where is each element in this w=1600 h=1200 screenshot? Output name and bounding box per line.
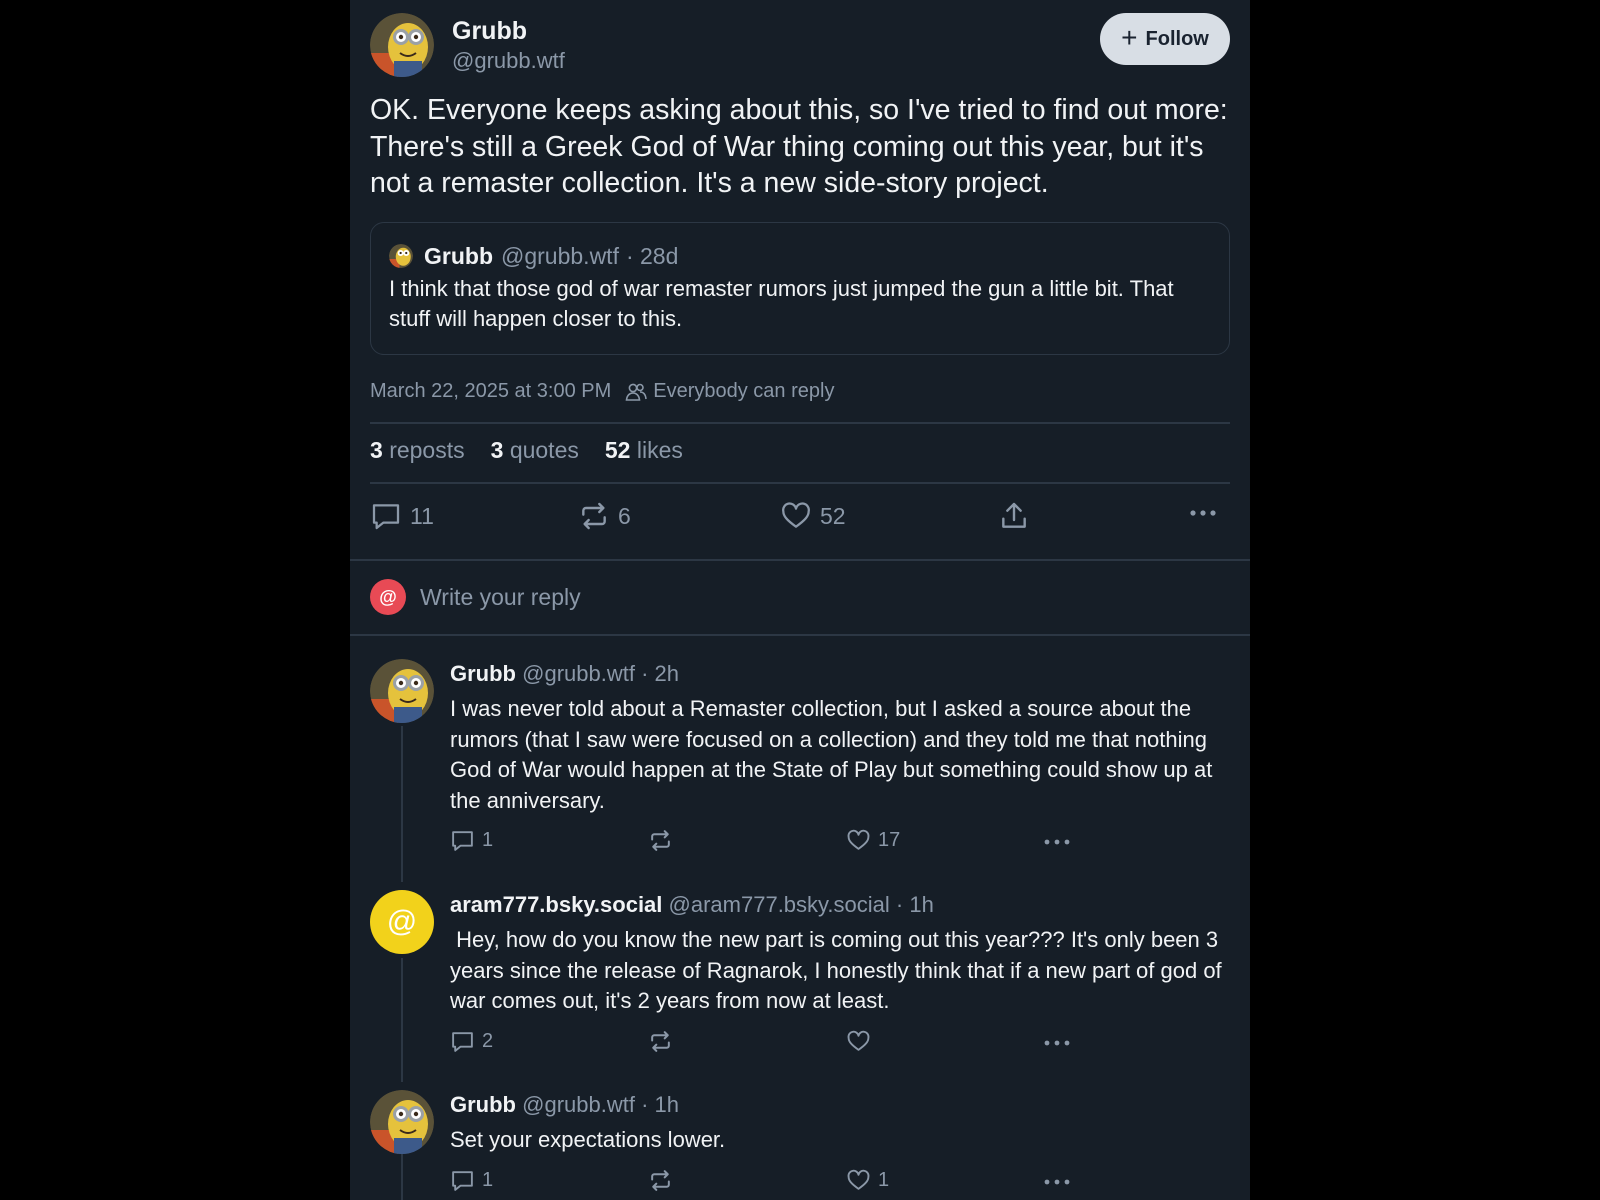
- reply-text: Set your expectations lower.: [450, 1127, 726, 1152]
- reply-age: · 1h: [641, 1092, 679, 1117]
- reply-setting: Everybody can reply: [625, 380, 834, 403]
- quoted-post-age: · 28d: [625, 243, 679, 269]
- like-button[interactable]: 17: [846, 828, 900, 853]
- more-icon: [1188, 498, 1218, 528]
- quoted-author-avatar: [389, 244, 413, 268]
- divider: [350, 634, 1250, 636]
- comment-icon: [450, 1168, 475, 1193]
- reply-text: Hey, how do you know the new part is com…: [450, 927, 1228, 1013]
- more-icon: [1042, 1029, 1072, 1057]
- quoted-author-name: Grubb: [424, 243, 493, 269]
- reply-button[interactable]: 11: [370, 500, 434, 532]
- reply-author-name[interactable]: Grubb: [450, 661, 516, 686]
- reply-author-name[interactable]: aram777.bsky.social: [450, 892, 662, 917]
- reply-action-bar: 1 17: [450, 828, 1230, 856]
- reply-button[interactable]: 2: [450, 1029, 493, 1054]
- heart-icon: [846, 1029, 871, 1054]
- more-options-button[interactable]: [1188, 498, 1218, 528]
- comment-icon: [450, 828, 475, 853]
- reply-author-handle[interactable]: @grubb.wtf: [522, 1092, 635, 1117]
- thread-line: [401, 726, 403, 882]
- repost-button[interactable]: 6: [578, 500, 631, 532]
- post-action-bar: 11 6 52: [370, 500, 1230, 540]
- reply-author-avatar[interactable]: [370, 1090, 434, 1154]
- post-stats: 3 reposts 3 quotes 52 likes: [370, 437, 683, 464]
- author-name[interactable]: Grubb: [452, 15, 565, 47]
- quotes-stat[interactable]: 3 quotes: [491, 437, 579, 464]
- reply-count: 1: [482, 829, 494, 851]
- thread-line: [401, 958, 403, 1082]
- repost-button[interactable]: [648, 828, 673, 853]
- author-avatar[interactable]: [370, 13, 434, 77]
- like-button[interactable]: 1: [846, 1168, 889, 1193]
- like-button[interactable]: [846, 1029, 871, 1054]
- reply-action-bar: 1 1: [450, 1168, 1230, 1196]
- follow-label: Follow: [1145, 27, 1209, 50]
- author-handle[interactable]: @grubb.wtf: [452, 47, 565, 75]
- quoted-post[interactable]: Grubb @grubb.wtf · 28d I think that thos…: [370, 222, 1230, 355]
- repost-icon: [648, 828, 673, 853]
- more-icon: [1042, 828, 1072, 856]
- repost-button[interactable]: [648, 1029, 673, 1054]
- repost-button[interactable]: [648, 1168, 673, 1193]
- repost-icon: [648, 1029, 673, 1054]
- divider: [370, 422, 1230, 424]
- heart-icon: [846, 828, 871, 853]
- thread-line: [401, 1152, 403, 1200]
- my-avatar: @: [370, 579, 406, 615]
- post-header: Grubb @grubb.wtf + Follow: [370, 13, 1230, 77]
- post-thread-view: Grubb @grubb.wtf + Follow OK. Everyone k…: [350, 0, 1250, 1200]
- reply-input-placeholder[interactable]: Write your reply: [420, 584, 581, 611]
- reposts-stat[interactable]: 3 reposts: [370, 437, 465, 464]
- comment-icon: [370, 500, 402, 532]
- share-icon: [998, 500, 1030, 532]
- reply-text: I was never told about a Remaster collec…: [450, 696, 1213, 813]
- reply-composer[interactable]: @ Write your reply: [370, 579, 581, 615]
- divider: [350, 559, 1250, 561]
- repost-icon: [578, 500, 610, 532]
- reply-count: 11: [410, 502, 434, 529]
- like-button[interactable]: 52: [780, 500, 846, 532]
- reply-author-avatar[interactable]: [370, 659, 434, 723]
- heart-icon: [780, 500, 812, 532]
- reply-button[interactable]: 1: [450, 1168, 493, 1193]
- like-count: 52: [820, 502, 846, 529]
- more-options-button[interactable]: [1042, 1029, 1072, 1057]
- plus-icon: +: [1121, 21, 1138, 53]
- reply-button[interactable]: 1: [450, 828, 493, 853]
- likes-stat[interactable]: 52 likes: [605, 437, 683, 464]
- more-options-button[interactable]: [1042, 1168, 1072, 1196]
- like-count: 1: [878, 1168, 890, 1191]
- reply-count: 2: [482, 1029, 494, 1052]
- quoted-author-handle: @grubb.wtf: [501, 243, 619, 269]
- repost-icon: [648, 1168, 673, 1193]
- comment-icon: [450, 1029, 475, 1054]
- post-text: OK. Everyone keeps asking about this, so…: [370, 94, 1228, 199]
- more-options-button[interactable]: [1042, 828, 1072, 856]
- divider: [370, 482, 1230, 484]
- like-count: 17: [878, 829, 901, 851]
- reply-count: 1: [482, 1168, 494, 1191]
- reply-action-bar: 2: [450, 1029, 1230, 1057]
- post-meta: March 22, 2025 at 3:00 PM Everybody can …: [370, 380, 834, 403]
- heart-icon: [846, 1168, 871, 1193]
- post-timestamp: March 22, 2025 at 3:00 PM: [370, 380, 612, 402]
- reply-author-avatar[interactable]: @: [370, 890, 434, 954]
- follow-button[interactable]: + Follow: [1100, 13, 1230, 65]
- quoted-post-text: I think that those god of war remaster r…: [389, 276, 1174, 331]
- reply-setting-label: Everybody can reply: [653, 380, 835, 402]
- people-icon: [625, 382, 648, 402]
- more-icon: [1042, 1168, 1072, 1196]
- reply-age: · 1h: [895, 892, 934, 917]
- reply-author-handle[interactable]: @grubb.wtf: [522, 661, 635, 686]
- repost-count: 6: [618, 502, 631, 529]
- share-button[interactable]: [998, 500, 1030, 532]
- reply-author-handle[interactable]: @aram777.bsky.social: [669, 892, 890, 917]
- reply-author-name[interactable]: Grubb: [450, 1092, 516, 1117]
- reply-age: · 2h: [641, 661, 679, 686]
